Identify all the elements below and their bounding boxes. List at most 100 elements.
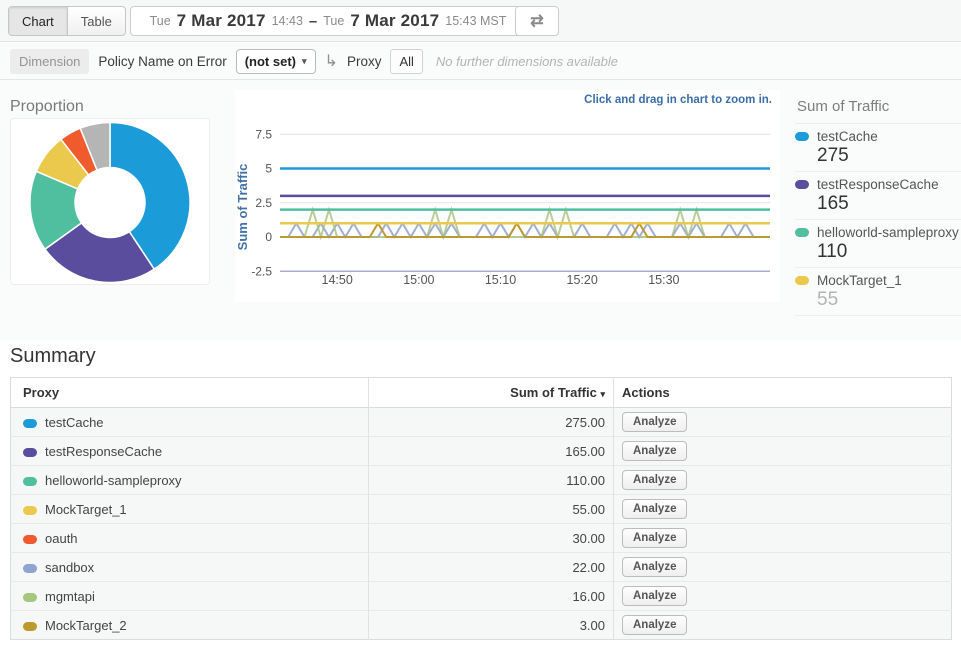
table-row-sandbox: sandbox22.00Analyze xyxy=(11,553,952,582)
y-tick-label: 0 xyxy=(265,230,272,244)
legend-color-dot xyxy=(795,228,809,237)
date-range-picker[interactable]: Tue 7 Mar 2017 14:43 – Tue 7 Mar 2017 15… xyxy=(130,6,526,36)
legend-label: helloworld-sampleproxy xyxy=(817,225,959,240)
traffic-value: 55.00 xyxy=(369,495,614,524)
x-tick-label: 15:20 xyxy=(567,273,598,287)
proxy-all-filter[interactable]: All xyxy=(390,49,422,74)
summary-title: Summary xyxy=(10,345,96,368)
legend-value: 55 xyxy=(817,289,961,311)
traffic-line-chart[interactable]: Sum of Traffic 7.552.50-2.514:5015:0015:… xyxy=(235,112,780,302)
proportion-donut-chart[interactable] xyxy=(11,119,209,284)
dimension-bar: Dimension Policy Name on Error (not set)… xyxy=(0,43,961,80)
legend-color-dot xyxy=(795,132,809,141)
legend-color-dot xyxy=(795,180,809,189)
series-line-sandbox xyxy=(280,223,770,237)
drilldown-arrow-icon: ↳ xyxy=(325,51,338,71)
sort-desc-icon: ▾ xyxy=(600,389,605,399)
proxy-color-dot xyxy=(23,535,37,544)
table-row-oauth: oauth 30.00 Analyze xyxy=(11,524,952,553)
series-line-MockTarget_2 xyxy=(280,223,770,237)
proxy-color-dot xyxy=(23,506,37,515)
end-time: 15:43 MST xyxy=(445,14,506,28)
x-tick-label: 15:10 xyxy=(485,273,516,287)
traffic-column-label: Sum of Traffic xyxy=(510,385,597,400)
dimension-selected-value: (not set) xyxy=(245,54,296,69)
analyze-button-testResponseCache[interactable]: Analyze xyxy=(622,441,687,461)
table-row-MockTarget_2: MockTarget_2 3.00 Analyze xyxy=(11,611,952,640)
legend-item-testCache[interactable]: testCache275 xyxy=(795,124,961,172)
table-tab[interactable]: Table xyxy=(67,7,125,35)
table-row-MockTarget_1: MockTarget_1 55.00 Analyze xyxy=(11,495,952,524)
analyze-button-testCache[interactable]: Analyze xyxy=(622,412,687,432)
traffic-value: 275.00 xyxy=(369,408,614,437)
legend-value: 275 xyxy=(817,145,961,167)
traffic-column-header[interactable]: Sum of Traffic ▾ xyxy=(369,378,614,408)
traffic-value: 3.00 xyxy=(369,611,614,640)
legend-value: 165 xyxy=(817,193,961,215)
proxy-name: helloworld-sampleproxy xyxy=(45,473,182,488)
traffic-value: 30.00 xyxy=(369,524,614,553)
chart-legend: Sum of Traffic testCache275testResponseC… xyxy=(795,94,961,316)
end-date: 7 Mar 2017 xyxy=(350,11,439,31)
x-tick-label: 15:30 xyxy=(648,273,679,287)
refresh-button[interactable]: ⇄ xyxy=(515,6,559,36)
analyze-button-helloworld-sampleproxy[interactable]: Analyze xyxy=(622,470,687,490)
proportion-donut-card xyxy=(10,118,210,285)
legend-item-testResponseCache[interactable]: testResponseCache165 xyxy=(795,172,961,220)
chart-tab[interactable]: Chart xyxy=(9,7,67,35)
dimensions-note: No further dimensions available xyxy=(436,54,618,69)
proxy-name: MockTarget_1 xyxy=(45,502,127,517)
zoom-hint-text: Click and drag in chart to zoom in. xyxy=(584,94,772,106)
legend-item-helloworld-sampleproxy[interactable]: helloworld-sampleproxy110 xyxy=(795,220,961,268)
dimension-label: Dimension xyxy=(10,49,89,74)
proxy-color-dot xyxy=(23,448,37,457)
table-row-testResponseCache: testResponseCache165.00Analyze xyxy=(11,437,952,466)
summary-table-header: Proxy Sum of Traffic ▾ Actions xyxy=(11,378,952,408)
proxy-name: oauth xyxy=(45,531,78,546)
table-row-helloworld-sampleproxy: helloworld-sampleproxy110.00Analyze xyxy=(11,466,952,495)
traffic-line-chart-area: Click and drag in chart to zoom in. Sum … xyxy=(235,90,780,302)
proxy-color-dot xyxy=(23,593,37,602)
analytics-page: Chart Table Tue 7 Mar 2017 14:43 – Tue 7… xyxy=(0,0,961,647)
start-time: 14:43 xyxy=(272,14,303,28)
legend-item-MockTarget_1[interactable]: MockTarget_155 xyxy=(795,268,961,316)
y-tick-label: -2.5 xyxy=(251,264,272,278)
analyze-button-mgmtapi[interactable]: Analyze xyxy=(622,586,687,606)
dimension-value-dropdown[interactable]: (not set) ▾ xyxy=(236,49,316,74)
x-tick-label: 15:00 xyxy=(403,273,434,287)
top-toolbar: Chart Table Tue 7 Mar 2017 14:43 – Tue 7… xyxy=(0,0,961,42)
actions-column-header: Actions xyxy=(614,378,952,408)
analyze-button-MockTarget_2[interactable]: Analyze xyxy=(622,615,687,635)
summary-table: Proxy Sum of Traffic ▾ Actions testCache… xyxy=(10,377,952,640)
legend-label: testCache xyxy=(817,129,878,144)
start-date: 7 Mar 2017 xyxy=(177,11,266,31)
analyze-button-oauth[interactable]: Analyze xyxy=(622,528,687,548)
proxy-column-header: Proxy xyxy=(11,378,369,408)
traffic-value: 16.00 xyxy=(369,582,614,611)
proxy-color-dot xyxy=(23,622,37,631)
analyze-button-MockTarget_1[interactable]: Analyze xyxy=(622,499,687,519)
proxy-name: testCache xyxy=(45,415,104,430)
date-range-dash: – xyxy=(309,13,317,30)
y-tick-label: 2.5 xyxy=(255,196,272,210)
table-row-testCache: testCache 275.00 Analyze xyxy=(11,408,952,437)
chevron-down-icon: ▾ xyxy=(302,56,307,67)
proxy-name: mgmtapi xyxy=(45,589,95,604)
refresh-icon: ⇄ xyxy=(530,11,543,31)
legend-color-dot xyxy=(795,276,809,285)
proxy-color-dot xyxy=(23,477,37,486)
legend-items: testCache275testResponseCache165hellowor… xyxy=(795,124,961,316)
y-tick-label: 7.5 xyxy=(255,127,272,141)
analyze-button-sandbox[interactable]: Analyze xyxy=(622,557,687,577)
legend-value: 110 xyxy=(817,241,961,263)
proxy-name: sandbox xyxy=(45,560,94,575)
proxy-color-dot xyxy=(23,419,37,428)
y-axis-label: Sum of Traffic xyxy=(235,164,250,251)
proxy-name: MockTarget_2 xyxy=(45,618,127,633)
x-tick-label: 14:50 xyxy=(322,273,353,287)
legend-title: Sum of Traffic xyxy=(795,94,961,124)
proportion-title: Proportion xyxy=(10,98,84,116)
legend-label: testResponseCache xyxy=(817,177,939,192)
proxy-name: testResponseCache xyxy=(45,444,162,459)
legend-label: MockTarget_1 xyxy=(817,273,902,288)
